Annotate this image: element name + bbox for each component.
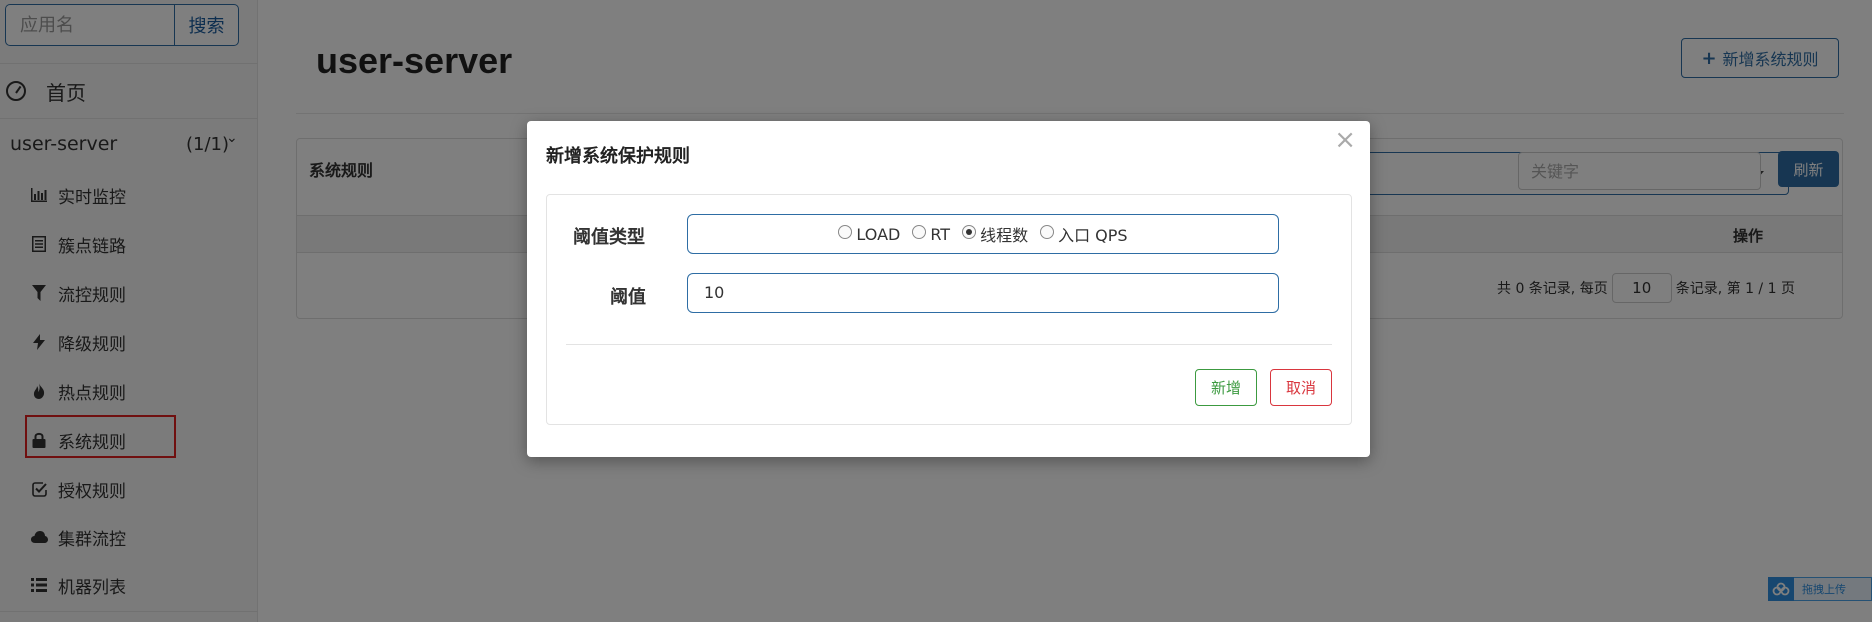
radio-icon (838, 225, 853, 239)
form-divider (566, 344, 1332, 345)
threshold-type-label: 阈值类型 (573, 227, 645, 248)
close-icon[interactable]: × (1334, 127, 1356, 153)
radio-option-rt[interactable]: RT (912, 225, 950, 244)
threshold-input[interactable]: 10 (687, 273, 1279, 313)
radio-icon (1040, 225, 1055, 239)
threshold-type-radio-group: LOAD RT 线程数 入口 QPS (687, 214, 1279, 254)
radio-icon (912, 225, 927, 239)
radio-option-load[interactable]: LOAD (838, 225, 900, 244)
add-button[interactable]: 新增 (1195, 369, 1257, 406)
radio-label: 入口 QPS (1058, 226, 1128, 245)
radio-option-entry-qps[interactable]: 入口 QPS (1040, 222, 1128, 246)
radio-option-thread-count[interactable]: 线程数 (962, 222, 1028, 246)
radio-label: RT (930, 224, 951, 244)
modal-title: 新增系统保护规则 (546, 146, 690, 167)
cancel-button[interactable]: 取消 (1270, 369, 1332, 406)
add-system-rule-modal: 新增系统保护规则 × 阈值类型 LOAD RT 线程数 入口 QPS 阈值 10 (527, 121, 1370, 457)
threshold-label: 阈值 (610, 287, 646, 308)
radio-label: LOAD (856, 224, 901, 244)
radio-label: 线程数 (980, 226, 1029, 245)
radio-checked-icon (962, 225, 977, 239)
modal-form: 阈值类型 LOAD RT 线程数 入口 QPS 阈值 10 新增 取消 (546, 194, 1352, 425)
